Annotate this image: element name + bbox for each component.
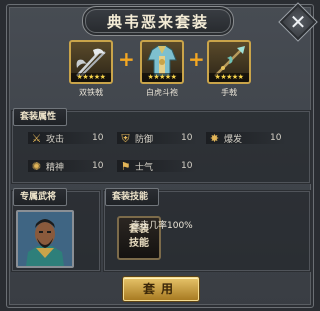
- stat-label: 精神: [46, 162, 65, 173]
- hand-halberd-icon: ★★★★★: [207, 40, 251, 84]
- item-stars: ★★★★★: [71, 73, 111, 82]
- stat-value: 10: [92, 161, 104, 171]
- set-item-2[interactable]: ★★★★★ 白虎斗袍: [139, 40, 185, 98]
- stat-value: 10: [181, 133, 193, 143]
- burst-icon: ✸: [209, 131, 220, 145]
- item-name: 手戟: [221, 88, 237, 97]
- stat-attack: ⚔ 攻击 10: [30, 131, 104, 145]
- white-tiger-robe-icon: ★★★★★: [140, 40, 184, 84]
- set-skill-description: 连击几率100%: [131, 221, 193, 231]
- stat-label: 防御: [135, 134, 154, 145]
- set-item-1[interactable]: ★★★★★ 双铁戟: [68, 40, 114, 98]
- stat-label: 爆发: [224, 134, 243, 145]
- panel-title: 典韦恶来套装: [106, 12, 209, 31]
- stat-defense: ⛨ 防御 10: [119, 131, 192, 145]
- stat-morale: ⚑ 士气 10: [119, 159, 193, 173]
- plus-icon: +: [188, 47, 205, 71]
- stat-value: 10: [181, 161, 193, 171]
- title-plate: 典韦恶来套装: [82, 6, 234, 36]
- item-name: 白虎斗袍: [146, 88, 178, 97]
- item-name: 双铁戟: [79, 88, 103, 97]
- set-attributes-header: 套装属性: [13, 108, 68, 126]
- set-skill-header: 套装技能: [105, 188, 160, 206]
- stat-value: 10: [92, 133, 104, 143]
- close-icon: ✕: [289, 10, 307, 34]
- spirit-icon: ✺: [31, 159, 42, 173]
- crossed-swords-icon: ⚔: [31, 131, 42, 145]
- set-item-3[interactable]: ★★★★★ 手戟: [206, 40, 252, 98]
- stat-value: 10: [270, 133, 282, 143]
- stat-spirit: ✺ 精神 10: [30, 159, 104, 173]
- equip-button[interactable]: 套用: [123, 277, 199, 301]
- general-portrait[interactable]: [16, 210, 74, 268]
- stat-label: 士气: [135, 162, 154, 173]
- stat-label: 攻击: [46, 134, 65, 145]
- morale-flag-icon: ⚑: [120, 159, 131, 173]
- double-halberd-icon: ★★★★★: [69, 40, 113, 84]
- item-stars: ★★★★★: [209, 73, 249, 82]
- exclusive-general-header: 专属武将: [13, 188, 68, 206]
- shield-icon: ⛨: [121, 131, 130, 145]
- item-stars: ★★★★★: [142, 73, 182, 82]
- plus-icon: +: [118, 47, 135, 71]
- stat-burst: ✸ 爆发 10: [208, 131, 282, 145]
